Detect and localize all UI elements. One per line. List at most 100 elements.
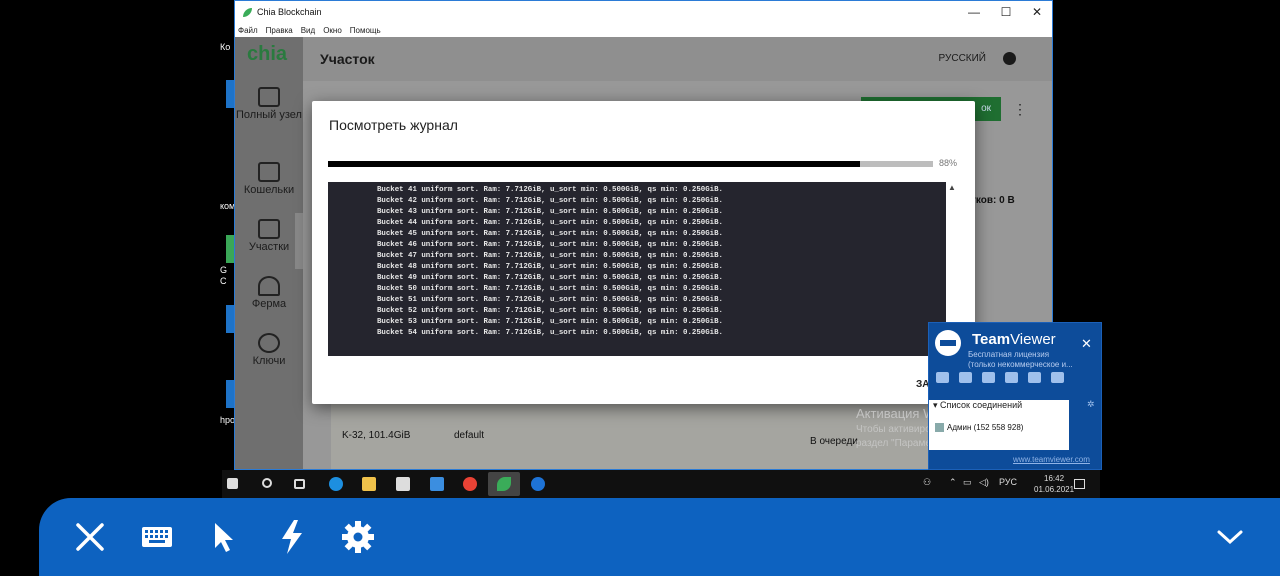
taskbar-clock[interactable]: 16:42 01.06.2021 (1034, 473, 1074, 495)
teamviewer-logo-icon (935, 330, 961, 356)
clock-date: 01.06.2021 (1034, 485, 1075, 494)
close-window-button[interactable]: ✕ (1021, 1, 1052, 23)
people-icon[interactable]: ⚇ (923, 477, 931, 488)
log-line: Bucket 47 uniform sort. Ram: 7.712GiB, u… (377, 252, 723, 260)
menu-edit[interactable]: Правка (266, 26, 293, 35)
stats-text: тков: 0 В (971, 195, 1015, 206)
teamviewer-toolbar (936, 372, 1064, 386)
sidebar-scrollbar[interactable] (295, 213, 303, 269)
minimize-button[interactable]: — (958, 1, 990, 23)
sidebar-item-label: Ферма (251, 298, 287, 310)
sidebar-item-label: Ключи (252, 355, 286, 367)
menu-window[interactable]: Окно (323, 26, 342, 35)
log-lines: Bucket 40 uniform sort. Ram: 7.712GiB, u… (377, 182, 723, 339)
log-line: Bucket 44 uniform sort. Ram: 7.712GiB, u… (377, 219, 723, 227)
maximize-button[interactable]: ☐ (990, 1, 1022, 23)
task-view-icon[interactable] (294, 479, 305, 489)
pen-icon[interactable] (1028, 372, 1041, 383)
teamviewer-panel: TeamViewer Бесплатная лицензия (только н… (928, 322, 1102, 470)
chevron-up-icon[interactable]: ⌃ (949, 477, 957, 488)
menu-view[interactable]: Вид (301, 26, 315, 35)
clock-time: 16:42 (1044, 474, 1065, 483)
avatar (935, 423, 944, 433)
close-icon[interactable] (71, 518, 109, 556)
sidebar-item-wallets[interactable]: Кошельки (235, 162, 303, 196)
log-line: Bucket 51 uniform sort. Ram: 7.712GiB, u… (377, 296, 723, 304)
progress-bar (328, 161, 933, 167)
log-line: Bucket 49 uniform sort. Ram: 7.712GiB, u… (377, 274, 723, 282)
log-line: Bucket 50 uniform sort. Ram: 7.712GiB, u… (377, 285, 723, 293)
clipboard-icon[interactable] (1005, 372, 1018, 383)
progress-fill (328, 161, 861, 167)
dialog-title: Посмотреть журнал (329, 117, 458, 133)
sidebar-item-label: Кошельки (243, 184, 295, 196)
keys-icon (258, 333, 280, 353)
log-console[interactable]: Bucket 40 uniform sort. Ram: 7.712GiB, u… (328, 182, 946, 356)
scroll-up-icon[interactable]: ▲ (948, 183, 956, 192)
edge-icon[interactable] (329, 477, 343, 491)
gear-icon[interactable] (339, 518, 377, 556)
menu-file[interactable]: Файл (238, 26, 258, 35)
theme-toggle-icon[interactable] (1003, 52, 1016, 65)
sidebar-item-label: Участки (248, 241, 290, 253)
chrome-icon[interactable] (463, 477, 477, 491)
home-icon (258, 87, 280, 107)
sidebar-item-full-node[interactable]: Полный узел (235, 87, 303, 121)
remote-session-screen: Ко ком G С hpo Chia Blockchain — ☐ ✕ Фай… (0, 0, 1280, 576)
log-line: Bucket 52 uniform sort. Ram: 7.712GiB, u… (377, 307, 723, 315)
progress-label: 88% (939, 158, 958, 168)
gear-icon[interactable]: ✲ (1087, 399, 1095, 410)
menu-help[interactable]: Помощь (350, 26, 381, 35)
search-icon[interactable] (262, 478, 272, 488)
collapse-icon[interactable] (1051, 372, 1064, 383)
log-dialog: Посмотреть журнал 88% Bucket 40 uniform … (312, 101, 975, 404)
log-line: Bucket 46 uniform sort. Ram: 7.712GiB, u… (377, 241, 723, 249)
remote-toolbar (39, 498, 1280, 576)
teamviewer-link[interactable]: www.teamviewer.com (1013, 455, 1090, 464)
sidebar-item-plots[interactable]: Участки (235, 219, 303, 253)
headset-icon[interactable] (959, 372, 972, 383)
window-title: Chia Blockchain (257, 7, 322, 17)
teamviewer-icon[interactable] (531, 477, 545, 491)
network-icon[interactable]: ▭ (963, 477, 972, 488)
explorer-icon[interactable] (362, 477, 376, 491)
sidebar-item-label: Полный узел (236, 109, 302, 121)
connections-header[interactable]: ▾ Список соединений (933, 400, 1022, 411)
sidebar-item-farm[interactable]: Ферма (235, 276, 303, 310)
teamviewer-license: Бесплатная лицензия (только некоммерческ… (968, 350, 1073, 369)
window-titlebar[interactable]: Chia Blockchain — ☐ ✕ (235, 1, 1052, 23)
connection-item[interactable]: Админ (152 558 928) (935, 423, 1023, 433)
input-language[interactable]: РУС (999, 477, 1017, 487)
log-line: Bucket 48 uniform sort. Ram: 7.712GiB, u… (377, 263, 723, 271)
video-icon[interactable] (936, 372, 949, 383)
lightning-icon[interactable] (273, 518, 311, 556)
chat-icon[interactable] (982, 372, 995, 383)
volume-icon[interactable]: ◁) (979, 477, 989, 488)
store-icon[interactable] (396, 477, 410, 491)
keyboard-icon[interactable] (138, 518, 176, 556)
plot-size: K-32, 101.4GiB (342, 430, 411, 441)
plot-status: В очереди (810, 436, 858, 447)
plot-queue: default (454, 430, 485, 441)
mail-icon[interactable] (430, 477, 444, 491)
close-icon[interactable]: ✕ (1081, 336, 1092, 352)
chia-leaf-icon (243, 7, 252, 17)
language-selector[interactable]: РУССКИЙ (939, 53, 986, 64)
log-line: Bucket 41 uniform sort. Ram: 7.712GiB, u… (377, 186, 723, 194)
start-icon[interactable] (227, 478, 238, 489)
main-header: Участок РУССКИЙ (303, 37, 1052, 81)
drive-icon (258, 219, 280, 239)
teamviewer-name: TeamViewer (972, 331, 1056, 348)
connections-list: ▾ Список соединений Админ (152 558 928) (929, 400, 1069, 450)
pointer-icon[interactable] (205, 518, 243, 556)
menu-bar: Файл Правка Вид Окно Помощь (235, 23, 1052, 37)
chevron-down-icon[interactable] (1211, 518, 1249, 556)
sidebar: chia Полный узел Кошельки Участки Ферма (235, 37, 303, 469)
sidebar-item-keys[interactable]: Ключи (235, 333, 303, 367)
more-menu-icon[interactable]: ⋮ (1013, 101, 1027, 118)
log-line: Bucket 54 uniform sort. Ram: 7.712GiB, u… (377, 329, 723, 337)
notifications-icon[interactable] (1074, 479, 1085, 489)
log-line: Bucket 45 uniform sort. Ram: 7.712GiB, u… (377, 230, 723, 238)
log-line: Bucket 42 uniform sort. Ram: 7.712GiB, u… (377, 197, 723, 205)
wallet-icon (258, 162, 280, 182)
